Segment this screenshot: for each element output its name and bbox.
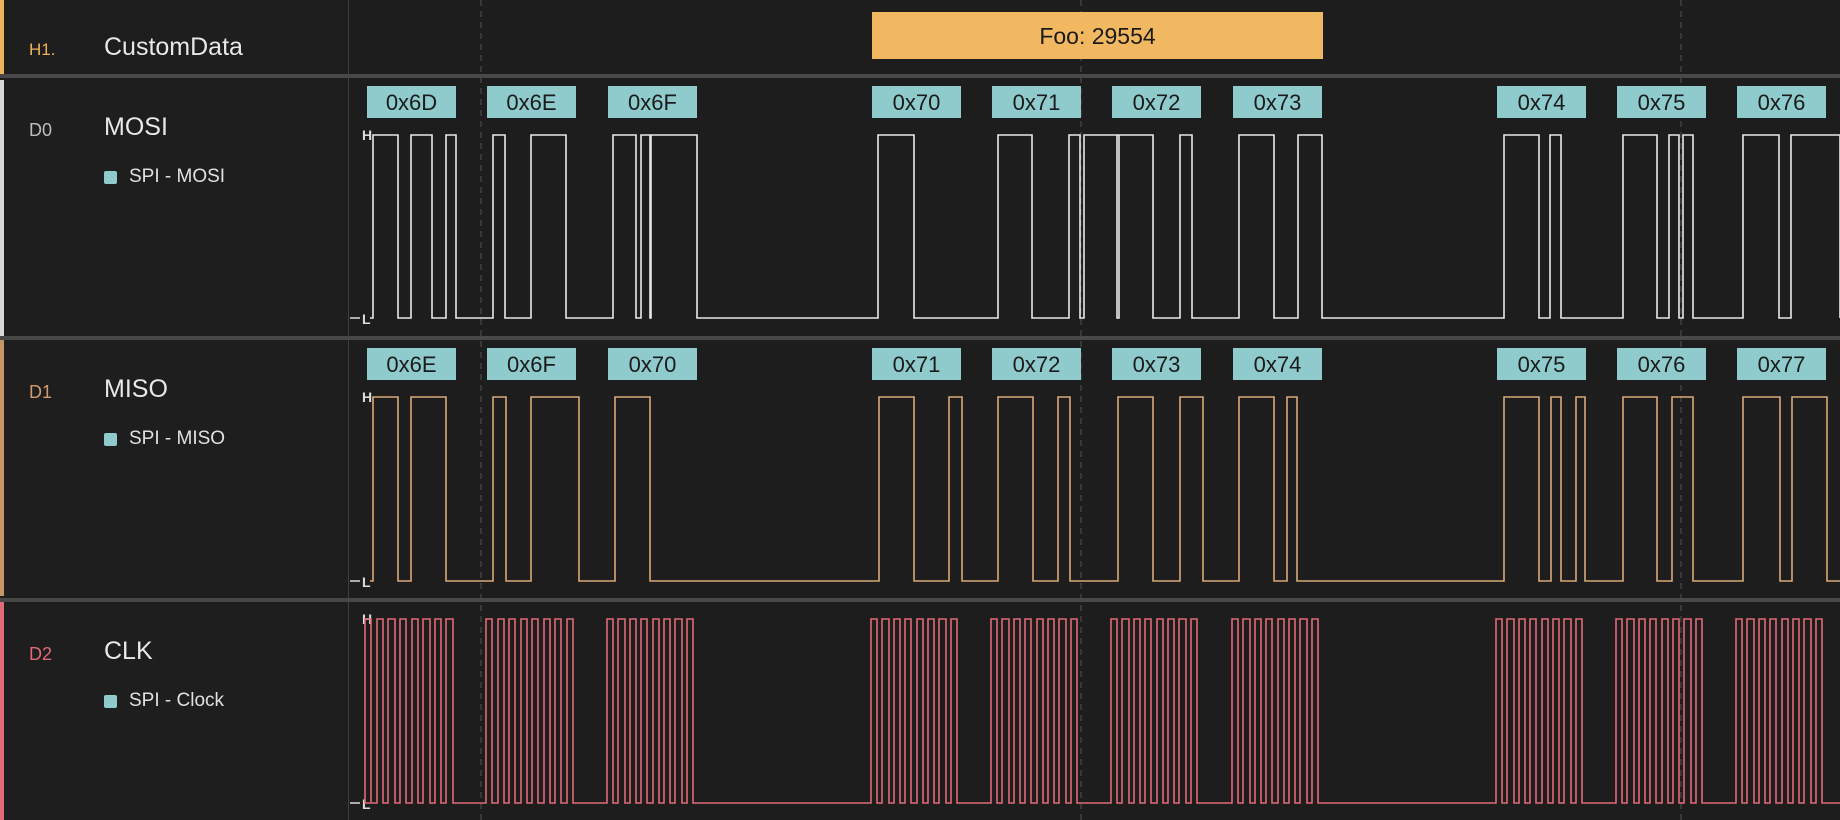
miso-byte-label: 0x72 (1013, 352, 1061, 377)
miso-byte-label: 0x75 (1518, 352, 1566, 377)
miso-byte-label: 0x6F (507, 352, 556, 377)
mosi-byte-label: 0x75 (1638, 90, 1686, 115)
clock-trace (364, 618, 1840, 804)
mosi-byte-label: 0x6D (386, 90, 437, 115)
miso-trace (370, 396, 1840, 582)
mosi-byte-label: 0x72 (1133, 90, 1181, 115)
miso-byte-label: 0x76 (1638, 352, 1686, 377)
mosi-trace (370, 134, 1840, 319)
level-low-label: L (362, 574, 371, 590)
mosi-byte-label: 0x6F (628, 90, 677, 115)
custom-frame-label: Foo: 29554 (1039, 23, 1156, 49)
mosi-byte-label: 0x71 (1013, 90, 1061, 115)
mosi-byte-label: 0x76 (1758, 90, 1806, 115)
mosi-byte-label: 0x74 (1518, 90, 1566, 115)
mosi-byte-label: 0x70 (893, 90, 941, 115)
miso-byte-label: 0x71 (893, 352, 941, 377)
miso-byte-label: 0x6E (386, 352, 436, 377)
miso-byte-label: 0x77 (1758, 352, 1806, 377)
miso-byte-label: 0x73 (1133, 352, 1181, 377)
level-high-label: H (362, 127, 372, 143)
level-low-label: L (362, 796, 371, 812)
waveform-area[interactable]: Foo: 29554 0x6D 0x6E 0x6F 0x70 0x71 0x72 0x73 0x… (0, 0, 1840, 820)
level-low-label: L (362, 311, 371, 327)
mosi-byte-label: 0x6E (506, 90, 556, 115)
mosi-byte-label: 0x73 (1254, 90, 1302, 115)
miso-byte-label: 0x70 (629, 352, 677, 377)
level-high-label: H (362, 389, 372, 405)
miso-byte-label: 0x74 (1254, 352, 1302, 377)
